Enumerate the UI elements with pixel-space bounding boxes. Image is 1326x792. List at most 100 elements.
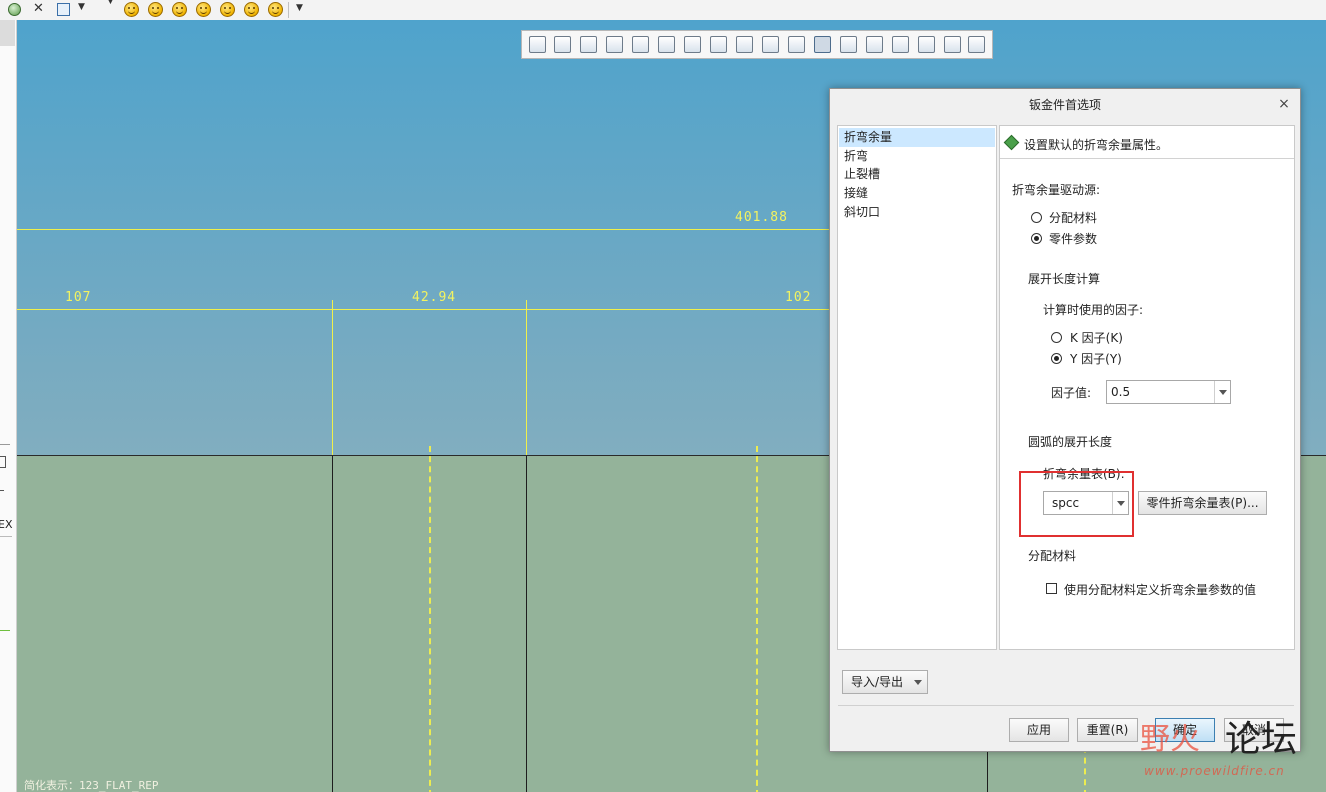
tree-tick <box>0 490 4 491</box>
next-icon[interactable] <box>968 36 985 53</box>
smiley-icon[interactable] <box>124 2 139 17</box>
developed-length-section: 展开长度计算 <box>1028 272 1101 286</box>
dimension-right[interactable]: 102 <box>785 290 811 305</box>
smiley-icon[interactable] <box>244 2 259 17</box>
nav-item-relief[interactable]: 止裂槽 <box>839 165 995 184</box>
zoom-refit-icon[interactable] <box>529 36 546 53</box>
arrow-tick <box>324 309 332 310</box>
toolbar-separator <box>288 2 289 18</box>
radio-y-factor[interactable] <box>1051 353 1062 364</box>
layers-icon <box>1003 134 1020 151</box>
factor-used-label: 计算时使用的因子: <box>1043 303 1144 317</box>
repaint-icon[interactable] <box>606 36 623 53</box>
regenerate-icon[interactable]: ✕ <box>33 1 44 16</box>
chevron-down-icon[interactable]: ▼ <box>296 3 303 13</box>
radio-k-factor-label[interactable]: K 因子(K) <box>1070 329 1123 346</box>
dimension-middle[interactable]: 42.94 <box>412 290 456 305</box>
spin-center-icon[interactable] <box>866 36 883 53</box>
smiley-icon[interactable] <box>148 2 163 17</box>
saved-views-icon[interactable] <box>658 36 675 53</box>
arc-length-section: 圆弧的展开长度 <box>1028 435 1113 449</box>
dimension-left[interactable]: 107 <box>65 290 91 305</box>
tree-header <box>0 20 15 46</box>
radio-k-factor[interactable] <box>1051 332 1062 343</box>
import-export-label[interactable]: 导入/导出 <box>851 675 903 689</box>
smiley-icon[interactable] <box>172 2 187 17</box>
annotation-icon[interactable] <box>840 36 857 53</box>
radio-y-factor-label[interactable]: Y 因子(Y) <box>1070 350 1122 367</box>
cube-view-icon[interactable] <box>57 3 70 16</box>
zoom-out-icon[interactable] <box>580 36 597 53</box>
warning-icon[interactable] <box>918 36 935 53</box>
display-filter-icon[interactable] <box>892 36 909 53</box>
bend-edge-line <box>526 456 527 792</box>
radio-part-parameters[interactable] <box>1031 233 1042 244</box>
bend-edge-line <box>332 456 333 792</box>
zoom-in-icon[interactable] <box>554 36 571 53</box>
watermark-text-a: 野火 <box>1140 722 1200 757</box>
quick-access-toolbar: ✕ ▼ ▼ ▼ <box>0 0 1326 21</box>
panel-description: 设置默认的折弯余量属性。 <box>1024 138 1169 152</box>
watermark-url: www.proewildfire.cn <box>1144 764 1285 778</box>
globe-icon[interactable] <box>8 3 21 16</box>
tree-tick-green <box>0 630 10 631</box>
view-toolbar <box>521 30 993 59</box>
smiley-icon[interactable] <box>220 2 235 17</box>
tree-tick <box>0 444 10 445</box>
radio-assign-material[interactable] <box>1031 212 1042 223</box>
chevron-down-icon[interactable] <box>1214 381 1230 403</box>
dimension-overall[interactable]: 401.88 <box>735 210 788 225</box>
datum-point-icon[interactable] <box>788 36 805 53</box>
simplified-rep-label: 简化表示：123_FLAT_REP <box>24 779 159 792</box>
dialog-separator <box>838 705 1294 706</box>
factor-value[interactable]: 0.5 <box>1111 381 1130 403</box>
factor-value-combo[interactable]: 0.5 <box>1106 380 1231 404</box>
smiley-icon[interactable] <box>268 2 283 17</box>
pause-icon[interactable] <box>944 36 961 53</box>
watermark-text-b: 论坛 <box>1225 719 1298 760</box>
nav-item-bend[interactable]: 折弯 <box>839 147 995 166</box>
model-tree-strip: EX <box>0 20 17 792</box>
category-list: 折弯余量 折弯 止裂槽 接缝 斜切口 <box>837 125 997 650</box>
display-style-icon[interactable] <box>710 36 727 53</box>
use-material-checkbox[interactable] <box>1046 583 1057 594</box>
bend-centerline <box>756 446 758 792</box>
tree-item-fragment: EX <box>0 518 13 531</box>
sheetmetal-preferences-dialog: 钣金件首选项 × 折弯余量 折弯 止裂槽 接缝 斜切口 设置默认的折弯余量属性。… <box>829 88 1301 752</box>
chevron-down-icon[interactable] <box>914 680 922 685</box>
extension-line <box>332 300 333 455</box>
nav-item-miter-cut[interactable]: 斜切口 <box>839 203 995 222</box>
datum-axis-icon[interactable] <box>762 36 779 53</box>
apply-button[interactable]: 应用 <box>1009 718 1069 742</box>
chevron-down-icon[interactable]: ▼ <box>78 2 85 12</box>
nav-item-bend-allowance[interactable]: 折弯余量 <box>839 128 995 147</box>
panel-header: 设置默认的折弯余量属性。 <box>1000 126 1294 159</box>
dimension-line-overall <box>17 229 829 230</box>
radio-part-parameters-label[interactable]: 零件参数 <box>1049 230 1097 247</box>
use-material-checkbox-label[interactable]: 使用分配材料定义折弯余量参数的值 <box>1064 581 1256 598</box>
bend-allowance-panel: 设置默认的折弯余量属性。 折弯余量驱动源: 分配材料 零件参数 展开长度计算 计… <box>999 125 1295 650</box>
bend-centerline <box>429 446 431 792</box>
forum-watermark: 野火 论坛 www.proewildfire.cn <box>1140 714 1326 792</box>
coordinate-system-icon[interactable] <box>814 36 831 53</box>
close-icon[interactable]: × <box>1276 96 1292 112</box>
radio-assign-material-label[interactable]: 分配材料 <box>1049 209 1097 226</box>
chevron-down-icon[interactable]: ▼ <box>107 0 114 6</box>
import-export-button[interactable]: 导入/导出 <box>842 670 928 694</box>
arrow-tick <box>527 309 535 310</box>
dimension-line-segments <box>17 309 829 310</box>
reset-button[interactable]: 重置(R) <box>1077 718 1138 742</box>
nav-item-seam[interactable]: 接缝 <box>839 184 995 203</box>
assign-material-section: 分配材料 <box>1028 549 1077 563</box>
dialog-title: 钣金件首选项 <box>1028 98 1101 112</box>
datum-plane-icon[interactable] <box>736 36 753 53</box>
part-bend-table-button[interactable]: 零件折弯余量表(P)... <box>1138 491 1267 515</box>
factor-value-label: 因子值: <box>1051 386 1092 400</box>
tree-tick <box>0 536 12 537</box>
highlight-box <box>1019 471 1134 537</box>
driving-source-label: 折弯余量驱动源: <box>1012 183 1101 197</box>
view-manager-icon[interactable] <box>684 36 701 53</box>
extension-line <box>526 300 527 455</box>
cube-icon[interactable] <box>632 36 649 53</box>
smiley-icon[interactable] <box>196 2 211 17</box>
